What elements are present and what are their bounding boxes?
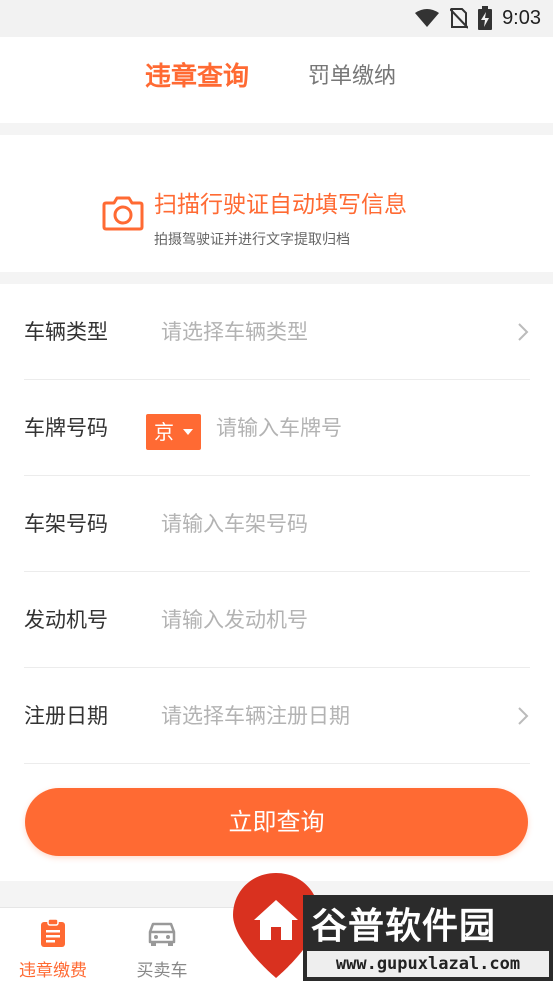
province-value: 京 [154,420,174,444]
chevron-right-icon [518,323,529,341]
caret-down-icon [183,429,193,435]
clipboard-icon [41,918,65,947]
vehicle-type-row[interactable]: 车辆类型 请选择车辆类型 [24,284,530,380]
registration-date-label: 注册日期 [24,704,108,728]
tab-violation-query[interactable]: 违章查询 [145,37,249,123]
wifi-icon [415,9,440,27]
chevron-right-icon [518,707,529,725]
plate-number-input[interactable]: 请输入车牌号 [216,380,342,476]
plate-number-row: 车牌号码 京 请输入车牌号 [24,380,530,476]
nav-label-buy-sell-car: 买卖车 [136,961,188,981]
nav-item-buy-sell-car[interactable]: 买卖车 [117,908,207,983]
plate-number-label: 车牌号码 [24,416,108,440]
nav-label-violation-payment: 违章缴费 [19,961,87,981]
engine-number-label: 发动机号 [24,608,108,632]
battery-charging-icon [478,6,493,30]
query-form: 车辆类型 请选择车辆类型 车牌号码 京 请输入车牌号 车架号码 请输入车架号码 … [0,284,553,881]
no-sim-icon [450,8,469,29]
status-icons: 9:03 [414,6,541,30]
watermark-title: 谷普软件园 [311,906,497,947]
top-tabs: 违章查询 罚单缴纳 [0,37,553,123]
camera-icon [102,196,144,231]
registration-date-row[interactable]: 注册日期 请选择车辆注册日期 [24,668,530,764]
frame-number-label: 车架号码 [24,512,108,536]
status-bar: 9:03 [0,0,553,37]
scan-license-card[interactable]: 扫描行驶证自动填写信息 拍摄驾驶证并进行文字提取归档 [0,135,553,272]
watermark-url: www.gupuxlazal.com [307,951,549,977]
nav-item-violation-payment[interactable]: 违章缴费 [8,908,98,983]
registration-date-select[interactable]: 请选择车辆注册日期 [161,668,350,764]
status-time: 9:03 [502,6,541,29]
frame-number-input[interactable]: 请输入车架号码 [161,476,308,572]
scan-title: 扫描行驶证自动填写信息 [154,192,407,218]
scan-subtitle: 拍摄驾驶证并进行文字提取归档 [154,232,350,248]
query-now-button[interactable]: 立即查询 [25,788,528,856]
vehicle-type-select[interactable]: 请选择车辆类型 [161,284,308,380]
engine-number-input[interactable]: 请输入发动机号 [161,572,308,668]
watermark: 谷普软件园 www.gupuxlazal.com [230,870,553,983]
province-select[interactable]: 京 [146,414,201,450]
watermark-banner: 谷普软件园 www.gupuxlazal.com [303,895,553,981]
tab-fine-payment[interactable]: 罚单缴纳 [308,37,396,123]
engine-number-row: 发动机号 请输入发动机号 [24,572,530,668]
frame-number-row: 车架号码 请输入车架号码 [24,476,530,572]
car-icon [148,922,176,946]
vehicle-type-label: 车辆类型 [24,320,108,344]
